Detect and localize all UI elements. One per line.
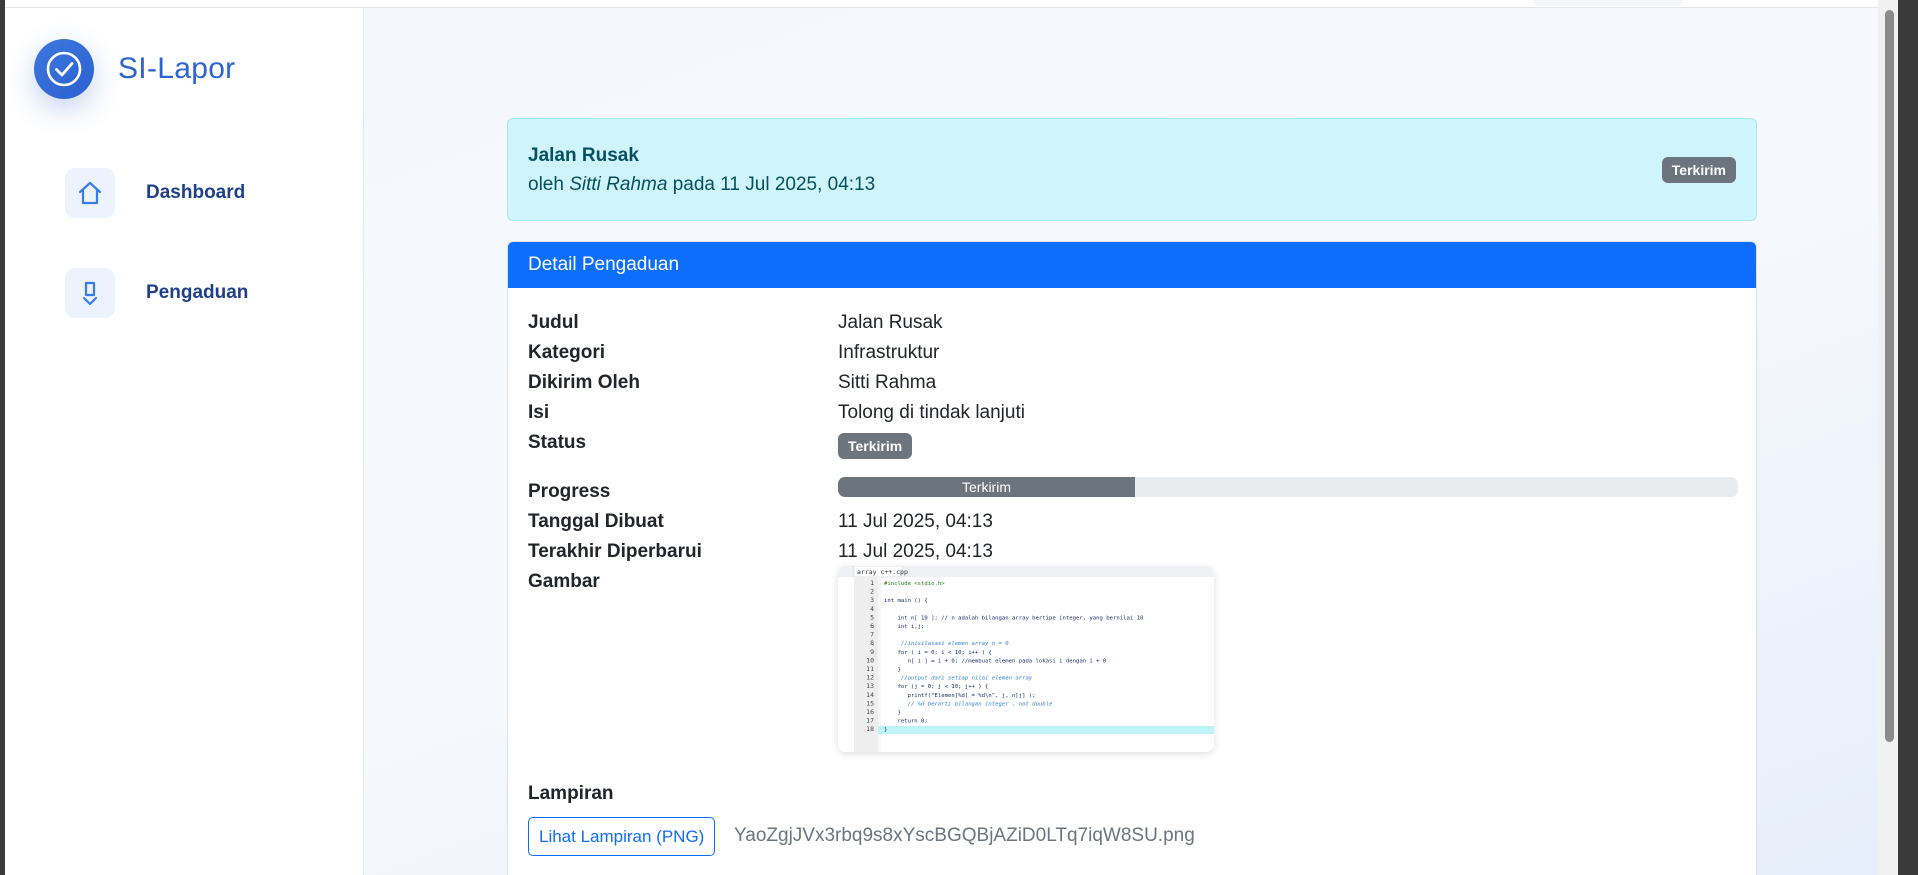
alert-prefix: oleh <box>528 174 564 195</box>
code-line-text: n[ i ] = i + 0; //membuat elemen pada lo… <box>884 658 1106 664</box>
sidebar-item-dashboard[interactable]: Dashboard <box>65 168 245 218</box>
code-line-number: 6 <box>870 622 874 630</box>
label-terakhir-diperbarui: Terakhir Diperbarui <box>528 541 702 562</box>
code-line-text: int n[ 10 ]; // n adalah bilangan array … <box>884 615 1143 621</box>
label-judul: Judul <box>528 312 579 333</box>
scrollbar[interactable] <box>1878 0 1898 875</box>
value-isi: Tolong di tindak lanjuti <box>838 402 1025 423</box>
code-screenshot: array c++.cpp 1 #include <stdio.h> 23 int m… <box>838 566 1214 752</box>
alert-author: Sitti Rahma <box>569 174 668 195</box>
top-bar-decoration <box>1533 0 1683 6</box>
status-badge: Terkirim <box>838 433 913 459</box>
sidebar-item-pengaduan[interactable]: Pengaduan <box>65 268 248 318</box>
label-tanggal-dibuat: Tanggal Dibuat <box>528 511 664 532</box>
detail-card: Detail Pengaduan Judul Jalan Rusak Kateg… <box>507 241 1757 875</box>
alert-title: Jalan Rusak <box>528 145 639 166</box>
home-icon <box>65 168 115 218</box>
code-line-text: return 0; <box>884 719 928 725</box>
code-line-text: } <box>884 727 887 733</box>
code-line-number: 7 <box>870 631 874 639</box>
complaint-image[interactable]: array c++.cpp 1 #include <stdio.h> 2 3 int m… <box>838 566 1214 752</box>
code-line-text: } <box>884 667 901 673</box>
code-line-number: 11 <box>866 665 874 673</box>
code-line-number: 18 <box>866 725 874 733</box>
code-line-number: 10 <box>866 656 874 664</box>
code-line-number: 9 <box>870 648 874 656</box>
alert-subtitle: oleh Sitti Rahma pada 11 Jul 2025, 04:13 <box>528 174 875 196</box>
code-line-number: 4 <box>870 605 874 613</box>
code-line-text: //inisilasasi elemen array n = 0 <box>884 641 1009 647</box>
code-line-number: 15 <box>866 699 874 707</box>
code-line-text: } <box>884 710 901 716</box>
code-line-text: int main () { <box>884 598 928 604</box>
image-tab-label: array c++.cpp <box>857 568 908 576</box>
code-line-number: 8 <box>870 639 874 647</box>
label-dikirim-oleh: Dikirim Oleh <box>528 372 640 393</box>
label-kategori: Kategori <box>528 342 606 363</box>
progress-bar: Terkirim <box>838 477 1738 497</box>
attachment-filename: YaoZgjJVx3rbq9s8xYscBGQBjAZiD0LTq7iqW8SU… <box>734 825 1195 846</box>
report-down-icon <box>65 268 115 318</box>
code-line-number: 13 <box>866 682 874 690</box>
top-bar <box>5 0 1898 8</box>
code-line-text: for (j = 0; j < 10; j++ ) { <box>884 684 988 690</box>
value-dikirim-oleh: Sitti Rahma <box>838 372 937 393</box>
check-circle-icon <box>34 39 94 99</box>
window-edge <box>1913 0 1918 875</box>
brand[interactable]: SI-Lapor <box>34 39 235 99</box>
scrollbar-thumb[interactable] <box>1885 10 1894 742</box>
code-line-number: 16 <box>866 708 874 716</box>
card-header: Detail Pengaduan <box>508 242 1756 288</box>
status-badge: Terkirim <box>1661 157 1736 183</box>
code-line-text: #include <stdio.h> <box>884 581 945 587</box>
alert-date: 11 Jul 2025, 04:13 <box>720 174 876 195</box>
app-frame: SI-Lapor Dashboard Pengaduan Jalan Rusak… <box>5 0 1898 875</box>
code-line-number: 3 <box>870 596 874 604</box>
code-line-text: // %d berarti bilangan integer , not dou… <box>884 701 1053 707</box>
code-line-number: 5 <box>870 613 874 621</box>
sidebar: SI-Lapor Dashboard Pengaduan <box>5 8 364 875</box>
progress-fill: Terkirim <box>838 477 1135 497</box>
label-progress: Progress <box>528 481 611 502</box>
value-terakhir-diperbarui: 11 Jul 2025, 04:13 <box>838 541 993 562</box>
code-line-text: int i,j; <box>884 624 924 630</box>
label-status: Status <box>528 432 587 453</box>
label-lampiran: Lampiran <box>528 783 614 804</box>
value-kategori: Infrastruktur <box>838 342 940 363</box>
code-line-number: 1 <box>870 579 874 587</box>
code-line-number: 17 <box>866 717 874 725</box>
code-line-number: 14 <box>866 691 874 699</box>
code-line-text: for ( i = 0; i < 10; i++ ) { <box>884 650 992 656</box>
code-line-number: 2 <box>870 588 874 596</box>
label-gambar: Gambar <box>528 571 600 592</box>
code-line-text: //output dari setiap nilai elemen array <box>884 676 1033 682</box>
label-isi: Isi <box>528 402 550 423</box>
code-line-number: 12 <box>866 674 874 682</box>
alert-connector: pada <box>672 174 715 195</box>
code-line-text: printf("Elemen[%d] = %d\n", j, n[j] ); <box>884 693 1036 699</box>
complaint-alert: Jalan Rusak oleh Sitti Rahma pada 11 Jul… <box>507 118 1757 221</box>
sidebar-item-label: Pengaduan <box>146 282 249 303</box>
brand-name: SI-Lapor <box>118 52 236 85</box>
sidebar-item-label: Dashboard <box>146 182 246 203</box>
value-tanggal-dibuat: 11 Jul 2025, 04:13 <box>838 511 993 532</box>
view-attachment-button[interactable]: Lihat Lampiran (PNG) <box>528 817 716 856</box>
value-judul: Jalan Rusak <box>838 312 943 333</box>
